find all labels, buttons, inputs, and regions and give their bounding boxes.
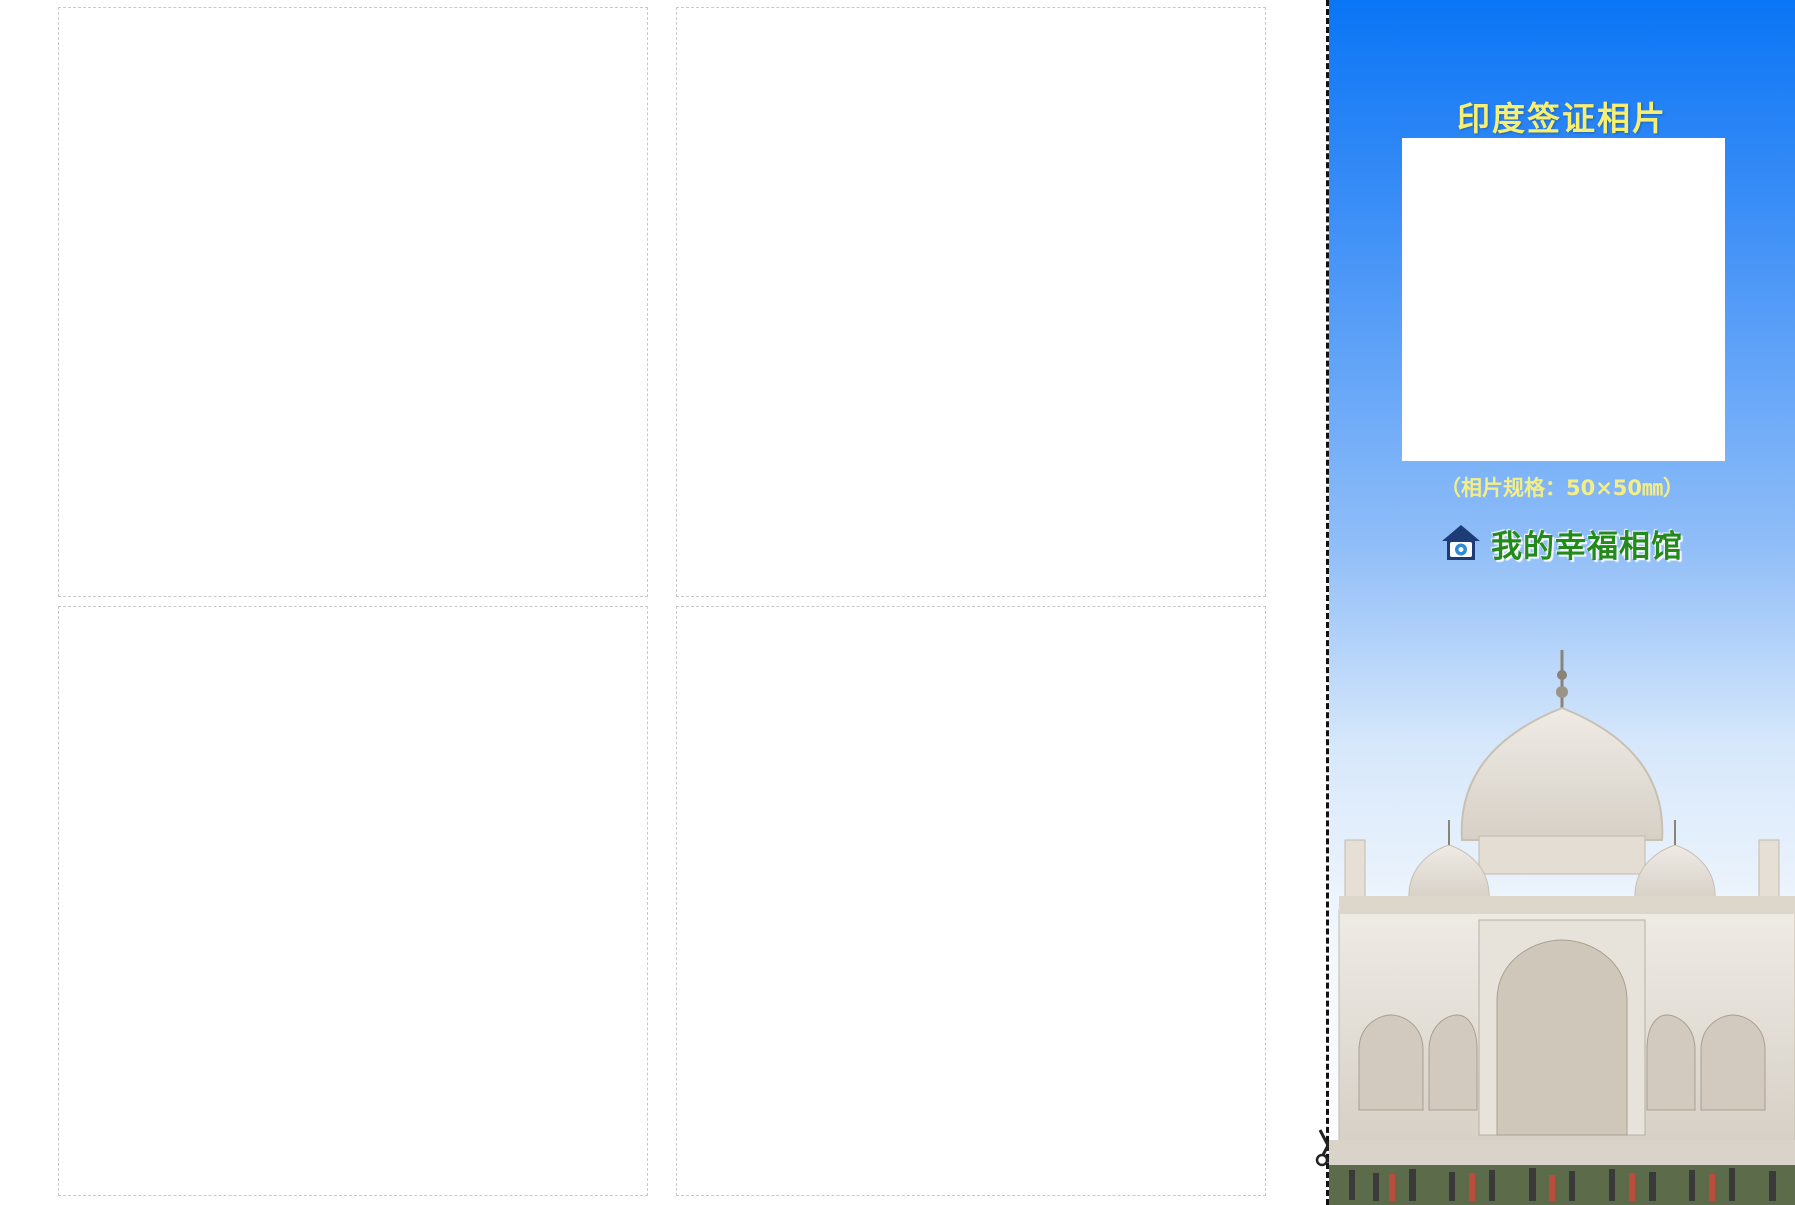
camera-house-icon xyxy=(1442,525,1480,560)
brand-logo: 我的幸福相馆 xyxy=(1439,522,1683,565)
photo-slot-1[interactable] xyxy=(58,7,648,597)
photo-print-sheet: 印度签证相片 （相片规格：50×50㎜） 我的幸福相馆 xyxy=(0,0,1795,1205)
sample-photo-box[interactable] xyxy=(1402,138,1725,461)
photo-slot-4[interactable] xyxy=(676,606,1266,1196)
photo-spec-text: （相片规格：50×50㎜） xyxy=(1439,476,1685,500)
info-panel: 印度签证相片 （相片规格：50×50㎜） 我的幸福相馆 xyxy=(1329,0,1795,1205)
brand-name: 我的幸福相馆 xyxy=(1491,528,1683,565)
taj-mahal-image xyxy=(1329,650,1795,1205)
photo-slot-2[interactable] xyxy=(676,7,1266,597)
panel-title: 印度签证相片 xyxy=(1457,99,1667,138)
photo-slot-3[interactable] xyxy=(58,606,648,1196)
